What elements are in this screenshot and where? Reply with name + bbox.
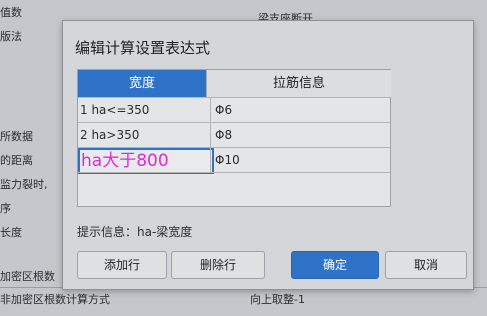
header-width[interactable]: 宽度 [78, 70, 206, 97]
rebar-cell[interactable]: Φ10 [210, 148, 391, 172]
condition-cell[interactable]: 1 ha<=350 [80, 98, 204, 122]
bg-row: 版法 [0, 30, 22, 43]
condition-cell[interactable]: 2 ha>350 [80, 123, 204, 147]
bg-bottom-value[interactable]: 向上取整-1 [250, 291, 305, 307]
bg-row: 值数 [0, 6, 22, 19]
condition-edit-field[interactable]: ha大于800 [78, 148, 214, 174]
ok-button[interactable]: 确定 [291, 251, 379, 279]
bg-row: 监力裂时, [0, 178, 48, 191]
table-row[interactable]: 2 ha>350 Φ8 [78, 122, 390, 147]
bg-row: 的距离 [0, 154, 33, 167]
hint-text: 提示信息：ha-梁宽度 [77, 225, 193, 239]
bg-row: 序 [0, 202, 11, 215]
bg-row: 非加密区根数计算方式 [0, 293, 110, 306]
edit-expression-dialog: 编辑计算设置表达式 宽度 拉筋信息 1 ha<=350 Φ6 2 ha>350 … [62, 20, 474, 290]
bg-row: 长度 [0, 226, 22, 239]
cancel-button[interactable]: 取消 [385, 251, 467, 279]
dialog-title: 编辑计算设置表达式 [75, 39, 211, 57]
header-rebar-info[interactable]: 拉筋信息 [206, 70, 391, 97]
rebar-cell[interactable]: Φ6 [210, 98, 391, 122]
table-row[interactable]: ha大于800 Φ10 [78, 147, 391, 174]
table-row[interactable]: 1 ha<=350 Φ6 [78, 97, 390, 122]
table-row[interactable] [78, 172, 390, 197]
bg-row: 所数据 [0, 130, 33, 143]
add-row-button[interactable]: 添加行 [77, 251, 167, 279]
rebar-cell[interactable]: Φ8 [210, 123, 391, 147]
expression-table: 宽度 拉筋信息 1 ha<=350 Φ6 2 ha>350 Φ8 ha大于800… [77, 69, 391, 207]
delete-row-button[interactable]: 删除行 [171, 251, 265, 279]
screen: 值数 版法 所数据 的距离 监力裂时, 序 长度 加密区根数 非加密区根数计算方… [0, 0, 487, 316]
bg-row: 加密区根数 [0, 270, 55, 283]
